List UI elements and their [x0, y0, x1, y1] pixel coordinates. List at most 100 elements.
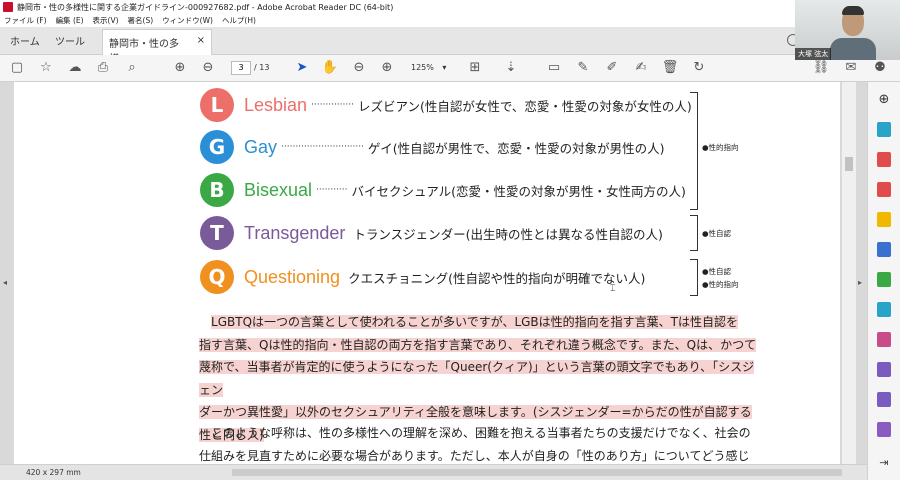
- para1-line-2: 指す言葉、Qは性的指向・性自認の両方を指す言葉であり、それぞれ違う概念です。また…: [199, 337, 757, 352]
- tab-close-icon[interactable]: ×: [197, 35, 205, 50]
- label-q-identity: ●性自認: [702, 267, 732, 276]
- horizontal-scrollbar[interactable]: [232, 469, 842, 476]
- term-bisexual: Bisexual: [244, 179, 313, 200]
- letter-circle-q: Q: [200, 260, 234, 294]
- menu-help[interactable]: ヘルプ(H): [222, 15, 256, 26]
- window-titlebar: 静岡市・性の多様性に関する企業ガイドライン-000927682.pdf - Ad…: [0, 0, 900, 14]
- select-cursor-icon[interactable]: ➤: [293, 60, 311, 76]
- bracket-questioning: [690, 259, 698, 296]
- desc-gay: ゲイ(性自認が男性で、恋愛・性愛の対象が男性の人): [367, 140, 665, 156]
- para2-line-1-text: このような呼称は、性の多様性への理解を深め、困難を抱える当事者たちの支援だけでな…: [211, 426, 751, 440]
- tab-home[interactable]: ホーム: [10, 33, 40, 48]
- comment-tool-icon[interactable]: [877, 212, 891, 227]
- page-up-icon[interactable]: ⊕: [171, 60, 189, 76]
- tab-tools[interactable]: ツール: [55, 33, 85, 48]
- label-q-orientation: ●性的指向: [702, 280, 739, 289]
- toolbar: ▢ ☆ ☁ ⎙ ⌕ ⊕ ⊖ 3 / 13 ➤ ✋ ⊖ ⊕ 125% ▾ ⊞ ⇣ …: [0, 55, 900, 82]
- search-icon[interactable]: ⌕: [123, 60, 141, 76]
- create-pdf-icon[interactable]: [877, 152, 891, 167]
- label-gender-identity: ●性自認: [702, 229, 732, 238]
- acrobat-app-icon: [3, 2, 13, 12]
- tab-document[interactable]: 静岡市・性の多様... ×: [102, 29, 212, 65]
- menu-file[interactable]: ファイル (F): [4, 15, 47, 26]
- lgbtq-row-g: G Gay ····························· ゲイ(性…: [200, 127, 665, 167]
- zoom-level-value: 125%: [411, 63, 434, 72]
- left-panel-toggle-icon[interactable]: ◂: [3, 278, 7, 287]
- para2-line-1: このような呼称は、性の多様性への理解を深め、困難を抱える当事者たちの支援だけでな…: [199, 422, 759, 445]
- tab-bar: ホーム ツール 静岡市・性の多様... ×: [0, 27, 900, 65]
- para1-line: 指す言葉、Qは性的指向・性自認の両方を指す言葉であり、それぞれ違う概念です。また…: [199, 334, 759, 357]
- zoom-in-icon[interactable]: ⊕: [378, 60, 396, 76]
- send-comments-icon[interactable]: [877, 422, 891, 437]
- dot-leader: ···········: [316, 185, 348, 195]
- term-transgender: Transgender: [244, 222, 346, 243]
- collapse-panel-icon[interactable]: ⇥: [877, 456, 891, 471]
- highlight-pen-icon[interactable]: ✎: [574, 60, 592, 76]
- mail-icon[interactable]: ✉: [842, 60, 860, 76]
- export-pdf-icon[interactable]: [877, 122, 891, 137]
- add-user-icon[interactable]: ⚉: [871, 60, 889, 76]
- draw-icon[interactable]: ✐: [603, 60, 621, 76]
- combine-files-icon[interactable]: [877, 242, 891, 257]
- para1-line: 蔑称で、当事者が肯定的に使うようになった「Queer(クィア)」という言葉の頭文…: [199, 356, 759, 401]
- page-down-icon[interactable]: ⊖: [199, 60, 217, 76]
- window-title: 静岡市・性の多様性に関する企業ガイドライン-000927682.pdf - Ad…: [17, 2, 394, 12]
- cloud-upload-icon[interactable]: ☁: [66, 60, 84, 76]
- desc-questioning: クエスチョニング(性自認や性的指向が明確でない人): [348, 270, 646, 286]
- menu-bar: ファイル (F) 編集 (E) 表示(V) 署名(S) ウィンドウ(W) ヘルプ…: [0, 14, 795, 27]
- lgbtq-row-b: B Bisexual ··········· バイセクシュアル(恋愛・性愛の対象…: [200, 170, 686, 210]
- text-cursor-icon: ⌶: [610, 284, 616, 294]
- letter-circle-g: G: [200, 130, 234, 164]
- comment-icon[interactable]: ▭: [545, 60, 563, 76]
- para1-line: ダーかつ異性愛」以外のセクシュアリティ全般を意味します。(シスジェンダー=からだ…: [199, 401, 759, 424]
- chevron-down-icon: ▾: [442, 63, 447, 72]
- webcam-overlay: 大塚 弦太: [795, 0, 900, 60]
- menu-edit[interactable]: 編集 (E): [56, 15, 84, 26]
- tab-document-label: 静岡市・性の多様...: [109, 39, 179, 65]
- scroll-mode-icon[interactable]: ⇣: [502, 60, 520, 76]
- right-panel-toggle-icon[interactable]: ▸: [858, 278, 862, 287]
- scan-ocr-icon[interactable]: [877, 302, 891, 317]
- vertical-scroll-thumb[interactable]: [845, 157, 853, 171]
- lgbtq-row-t: T Transgender トランスジェンダー(出生時の性とは異なる性自認の人): [200, 213, 663, 253]
- bracket-identity: [690, 215, 698, 251]
- webcam-person-hair: [842, 6, 864, 15]
- protect-icon[interactable]: [877, 362, 891, 377]
- save-icon[interactable]: ▢: [8, 60, 26, 76]
- organize-pages-icon[interactable]: [877, 272, 891, 287]
- desc-transgender: トランスジェンダー(出生時の性とは異なる性自認の人): [353, 226, 663, 242]
- para1-line-1: LGBTQは一つの言葉として使われることが多いですが、LGBは性的指向を指す言葉…: [211, 315, 738, 329]
- document-viewport[interactable]: ◂ L Lesbian ··············· レズビアン(性自認が女性…: [0, 82, 867, 464]
- bracket-orientation: [690, 92, 698, 210]
- delete-icon[interactable]: 🗑: [661, 60, 679, 76]
- zoom-tool-icon[interactable]: ⊕: [877, 92, 891, 107]
- print-icon[interactable]: ⎙: [94, 60, 112, 76]
- dot-leader: ·····························: [281, 142, 364, 152]
- menu-sign[interactable]: 署名(S): [128, 15, 154, 26]
- webcam-name-label: 大塚 弦太: [795, 48, 832, 60]
- lgbtq-row-q: Q Questioning クエスチョニング(性自認や性的指向が明確でない人): [200, 257, 645, 297]
- share-link-icon[interactable]: ⛓: [812, 60, 830, 76]
- zoom-level-select[interactable]: 125% ▾: [405, 61, 455, 75]
- label-sexual-orientation: ●性的指向: [702, 143, 739, 152]
- fill-sign-icon[interactable]: [877, 332, 891, 347]
- page-size-readout: 420 x 297 mm: [26, 468, 81, 477]
- menu-window[interactable]: ウィンドウ(W): [162, 15, 213, 26]
- pdf-page: L Lesbian ··············· レズビアン(性自認が女性で、…: [14, 82, 840, 464]
- zoom-out-icon[interactable]: ⊖: [350, 60, 368, 76]
- para1-line-4: ダーかつ異性愛」以外のセクシュアリティ全般を意味します。(シスジェンダー=からだ…: [199, 405, 752, 419]
- vertical-scrollbar[interactable]: [842, 82, 856, 464]
- edit-pdf-icon[interactable]: [877, 182, 891, 197]
- page-number-input[interactable]: 3: [231, 61, 251, 75]
- term-lesbian: Lesbian: [244, 94, 308, 115]
- letter-circle-l: L: [200, 88, 234, 122]
- hand-tool-icon[interactable]: ✋: [321, 60, 339, 76]
- page-fit-icon[interactable]: ⊞: [466, 60, 484, 76]
- desc-bisexual: バイセクシュアル(恋愛・性愛の対象が男性・女性両方の人): [351, 183, 686, 199]
- redo-icon[interactable]: ↻: [690, 60, 708, 76]
- menu-view[interactable]: 表示(V): [93, 15, 119, 26]
- para1-line: LGBTQは一つの言葉として使われることが多いですが、LGBは性的指向を指す言葉…: [199, 311, 759, 334]
- stamp-icon[interactable]: ✍: [632, 60, 650, 76]
- more-tools-icon[interactable]: [877, 392, 891, 407]
- bookmark-star-icon[interactable]: ☆: [37, 60, 55, 76]
